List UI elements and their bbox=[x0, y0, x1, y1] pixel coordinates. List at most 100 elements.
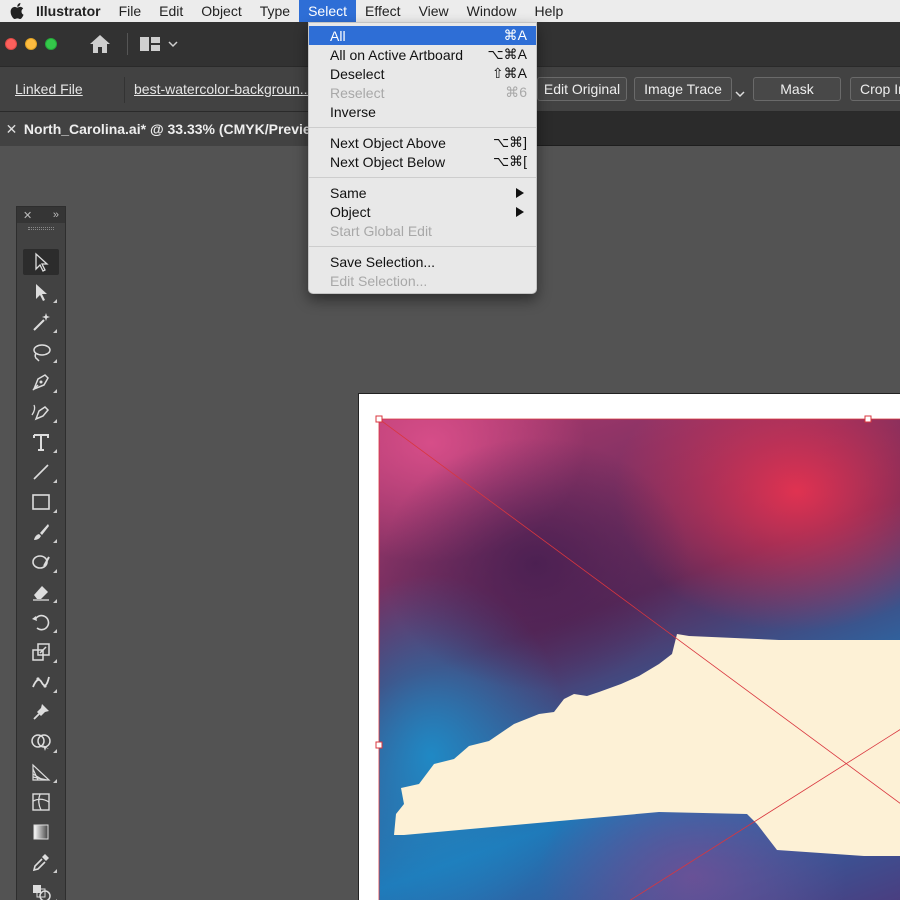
close-tab-icon[interactable]: ✕ bbox=[2, 121, 21, 138]
menu-item-start-global-edit: Start Global Edit bbox=[309, 221, 536, 240]
menu-effect[interactable]: Effect bbox=[356, 0, 410, 22]
paintbrush-tool-icon[interactable] bbox=[23, 519, 59, 545]
curvature-tool-icon[interactable] bbox=[23, 399, 59, 425]
magic-wand-tool-icon[interactable] bbox=[23, 309, 59, 335]
pen-tool-icon[interactable] bbox=[23, 369, 59, 395]
perspective-grid-tool-icon[interactable] bbox=[23, 759, 59, 785]
menu-item-inverse[interactable]: Inverse bbox=[309, 102, 536, 121]
menu-item-shortcut: ⌥⌘A bbox=[487, 46, 527, 62]
document-tab-title: North_Carolina.ai* @ 33.33% (CMYK/Previe… bbox=[23, 121, 310, 137]
direct-selection-tool-icon[interactable] bbox=[23, 279, 59, 305]
chevron-down-icon bbox=[168, 41, 178, 48]
scale-tool-icon[interactable] bbox=[23, 639, 59, 665]
menu-item-label: All on Active Artboard bbox=[330, 46, 464, 63]
workspace-layout-icon bbox=[140, 37, 160, 51]
document-tab[interactable]: ✕ North_Carolina.ai* @ 33.33% (CMYK/Prev… bbox=[0, 112, 310, 146]
menu-separator bbox=[309, 177, 536, 178]
menu-item-label: Next Object Below bbox=[330, 153, 446, 170]
north-carolina-shape[interactable] bbox=[394, 634, 900, 856]
apple-icon[interactable] bbox=[0, 3, 34, 19]
artwork-overlay bbox=[375, 415, 900, 900]
menu-item-all[interactable]: All ⌘A bbox=[309, 26, 536, 45]
menu-item-next-object-below[interactable]: Next Object Below ⌥⌘[ bbox=[309, 152, 536, 171]
eyedropper-tool-icon[interactable] bbox=[23, 849, 59, 875]
menu-item-edit-selection: Edit Selection... bbox=[309, 271, 536, 290]
minimize-window-button[interactable] bbox=[25, 38, 37, 50]
gradient-tool-icon[interactable] bbox=[23, 819, 59, 845]
crop-image-button[interactable]: Crop Ir bbox=[850, 77, 900, 101]
linked-file-name-link[interactable]: best-watercolor-backgroun... bbox=[134, 81, 308, 97]
menu-item-shortcut: ⌘6 bbox=[505, 84, 527, 100]
menu-item-next-object-above[interactable]: Next Object Above ⌥⌘] bbox=[309, 133, 536, 152]
menu-window[interactable]: Window bbox=[458, 0, 526, 22]
menu-help[interactable]: Help bbox=[525, 0, 572, 22]
menu-item-shortcut: ⌘A bbox=[503, 27, 527, 43]
menu-select[interactable]: Select bbox=[299, 0, 357, 22]
lasso-tool-icon[interactable] bbox=[23, 339, 59, 365]
selection-handle[interactable] bbox=[375, 415, 383, 423]
zoom-window-button[interactable] bbox=[45, 38, 57, 50]
selection-handle[interactable] bbox=[375, 741, 383, 749]
menu-item-shortcut: ⌥⌘[ bbox=[492, 153, 527, 169]
menu-item-label: Save Selection... bbox=[330, 253, 436, 270]
menu-item-deselect[interactable]: Deselect ⇧⌘A bbox=[309, 64, 536, 83]
blend-tool-icon[interactable] bbox=[23, 879, 59, 900]
menu-type[interactable]: Type bbox=[251, 0, 299, 22]
menu-edit[interactable]: Edit bbox=[150, 0, 192, 22]
tools-panel: ✕ » bbox=[16, 206, 66, 900]
menu-item-reselect: Reselect ⌘6 bbox=[309, 83, 536, 102]
menu-item-object[interactable]: Object bbox=[309, 202, 536, 221]
selection-tool-icon[interactable] bbox=[23, 249, 59, 275]
menu-item-label: Edit Selection... bbox=[330, 272, 428, 289]
puppet-warp-tool-icon[interactable] bbox=[23, 669, 59, 695]
edit-original-button[interactable]: Edit Original bbox=[537, 77, 627, 101]
panel-grip-handle[interactable] bbox=[17, 223, 65, 233]
type-tool-icon[interactable] bbox=[23, 429, 59, 455]
menu-item-label: Deselect bbox=[330, 65, 385, 82]
rotate-tool-icon[interactable] bbox=[23, 609, 59, 635]
menu-item-label: Reselect bbox=[330, 84, 385, 101]
menu-separator bbox=[309, 127, 536, 128]
menu-item-label: All bbox=[330, 27, 346, 44]
divider bbox=[124, 77, 125, 103]
menu-file[interactable]: File bbox=[110, 0, 151, 22]
mask-button[interactable]: Mask bbox=[753, 77, 841, 101]
menu-item-label: Start Global Edit bbox=[330, 222, 432, 239]
menu-app-name[interactable]: Illustrator bbox=[34, 0, 110, 22]
menu-item-all-on-active-artboard[interactable]: All on Active Artboard ⌥⌘A bbox=[309, 45, 536, 64]
menu-item-shortcut: ⇧⌘A bbox=[491, 65, 527, 81]
line-segment-tool-icon[interactable] bbox=[23, 459, 59, 485]
collapse-panel-icon[interactable]: » bbox=[53, 209, 59, 221]
menu-item-label: Same bbox=[330, 184, 367, 201]
divider bbox=[127, 33, 128, 55]
menu-object[interactable]: Object bbox=[192, 0, 250, 22]
select-menu-dropdown: All ⌘A All on Active Artboard ⌥⌘A Desele… bbox=[308, 22, 537, 294]
menu-item-shortcut: ⌥⌘] bbox=[492, 134, 527, 150]
tools-panel-header: ✕ » bbox=[17, 207, 65, 223]
menu-separator bbox=[309, 246, 536, 247]
pin-tool-icon[interactable] bbox=[23, 699, 59, 725]
close-window-button[interactable] bbox=[5, 38, 17, 50]
linked-file-link[interactable]: Linked File bbox=[15, 81, 83, 97]
submenu-arrow-icon bbox=[516, 206, 524, 217]
close-panel-icon[interactable]: ✕ bbox=[23, 209, 32, 222]
rectangle-tool-icon[interactable] bbox=[23, 489, 59, 515]
artboard[interactable] bbox=[358, 393, 900, 900]
home-icon[interactable] bbox=[87, 31, 113, 57]
window-controls bbox=[0, 38, 57, 50]
menu-view[interactable]: View bbox=[410, 0, 458, 22]
shaper-tool-icon[interactable] bbox=[23, 549, 59, 575]
image-trace-options-chevron-icon[interactable] bbox=[735, 85, 745, 101]
menu-item-same[interactable]: Same bbox=[309, 183, 536, 202]
workspace-switcher[interactable] bbox=[140, 37, 178, 51]
menu-bar: Illustrator File Edit Object Type Select… bbox=[0, 0, 900, 22]
image-trace-button[interactable]: Image Trace bbox=[634, 77, 732, 101]
menu-item-label: Next Object Above bbox=[330, 134, 446, 151]
submenu-arrow-icon bbox=[516, 187, 524, 198]
eraser-tool-icon[interactable] bbox=[23, 579, 59, 605]
menu-item-save-selection[interactable]: Save Selection... bbox=[309, 252, 536, 271]
menu-item-label: Object bbox=[330, 203, 371, 220]
shape-builder-tool-icon[interactable] bbox=[23, 729, 59, 755]
mesh-tool-icon[interactable] bbox=[23, 789, 59, 815]
selection-handle[interactable] bbox=[864, 415, 872, 423]
